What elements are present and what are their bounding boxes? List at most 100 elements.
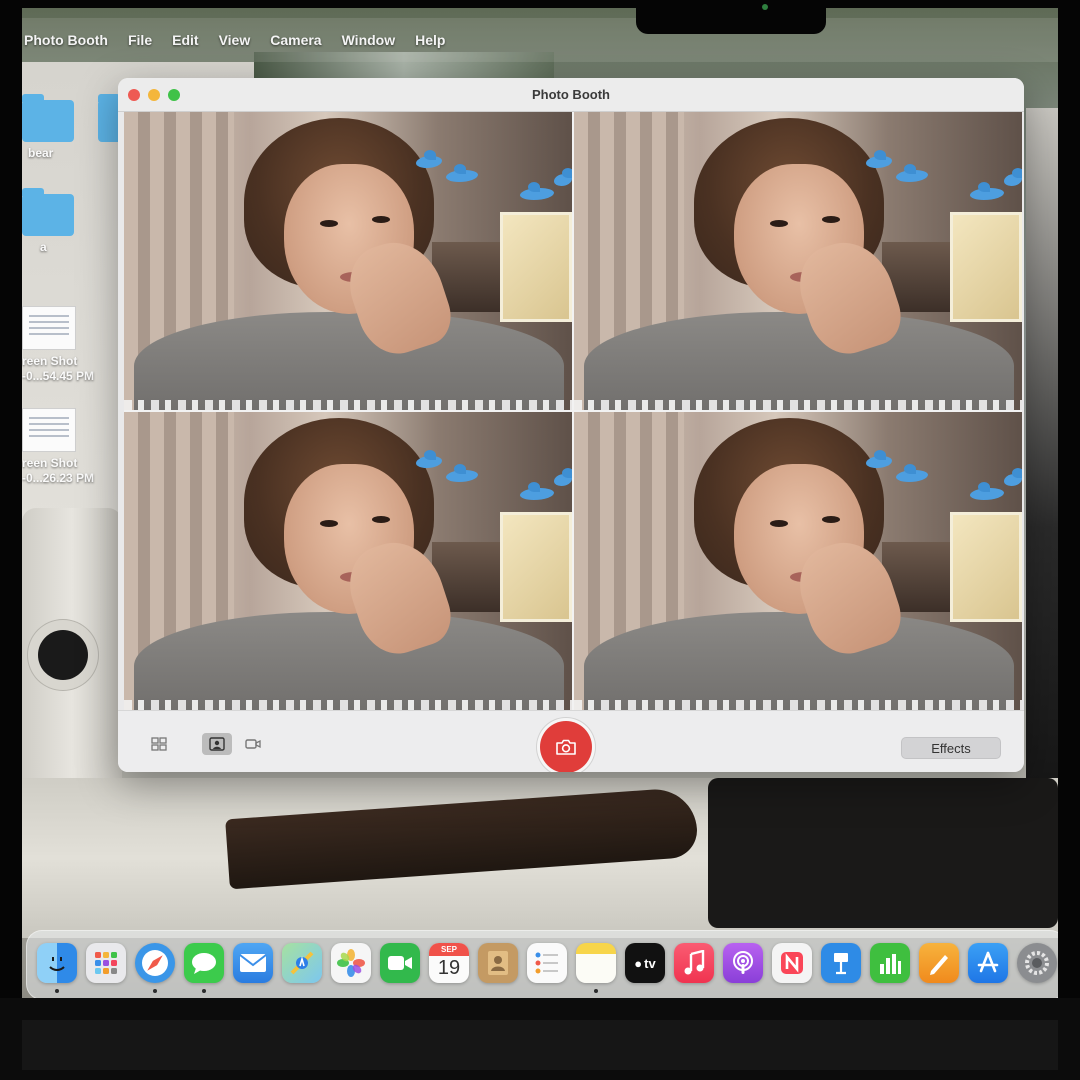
- camera-icon: [556, 739, 576, 755]
- bird-effect-icon: [554, 468, 572, 486]
- checklist-icon: [535, 952, 558, 974]
- desktop-screenshot-2[interactable]: reen Shot -0...26.23 PM: [22, 408, 94, 486]
- video-mode-button[interactable]: [238, 733, 268, 755]
- tv-icon[interactable]: ● tv: [625, 943, 665, 983]
- bird-effect-icon: [866, 150, 892, 168]
- pages-icon[interactable]: [919, 943, 959, 983]
- calendar-day: 19: [437, 957, 461, 979]
- map-pin-icon: [290, 951, 314, 975]
- bird-effect-icon: [446, 164, 478, 182]
- menu-camera[interactable]: Camera: [260, 32, 331, 48]
- podcast-icon: [733, 951, 753, 974]
- single-photo-mode-button[interactable]: [202, 733, 232, 755]
- camera-preview-grid: [124, 112, 1022, 710]
- finder-icon[interactable]: [37, 943, 77, 983]
- news-icon[interactable]: [772, 943, 812, 983]
- bird-effect-icon: [520, 482, 554, 500]
- menu-file[interactable]: File: [118, 32, 162, 48]
- launchpad-icon[interactable]: [86, 943, 126, 983]
- reminders-icon[interactable]: [527, 943, 567, 983]
- black-box: [708, 778, 1058, 928]
- apple-logo-icon: ●: [634, 955, 643, 971]
- take-photo-button[interactable]: [540, 721, 592, 772]
- flower-icon: [337, 949, 365, 977]
- speaker-cone: [38, 630, 88, 680]
- torn-edge-effect: [574, 700, 1022, 710]
- dock: SEP 19 ● tv: [26, 930, 1058, 998]
- photo-booth-toolbar: Effects: [118, 710, 1024, 772]
- messages-icon[interactable]: [184, 943, 224, 983]
- bird-effect-icon: [416, 150, 442, 168]
- folder-icon: [22, 94, 74, 142]
- bird-effect-icon: [554, 168, 572, 186]
- notes-icon[interactable]: [576, 943, 616, 983]
- desktop-folder-bear[interactable]: bear: [22, 94, 74, 161]
- photo-booth-window: Photo Booth Effects: [118, 78, 1024, 772]
- podcasts-icon[interactable]: [723, 943, 763, 983]
- person-eye: [320, 520, 338, 527]
- menu-window[interactable]: Window: [332, 32, 406, 48]
- video-camera-icon: [388, 956, 412, 970]
- podium-icon: [834, 953, 848, 975]
- document-icon: [22, 408, 76, 452]
- envelope-icon: [239, 954, 267, 972]
- contacts-icon[interactable]: [478, 943, 518, 983]
- app-store-icon[interactable]: [968, 943, 1008, 983]
- bird-effect-icon: [970, 482, 1004, 500]
- torn-edge-effect: [124, 400, 572, 410]
- menu-app-name[interactable]: Photo Booth: [24, 32, 118, 48]
- mirror: [500, 212, 572, 322]
- preview-tile-4: [574, 412, 1022, 710]
- person-shirt: [584, 312, 1014, 410]
- bird-effect-icon: [520, 182, 554, 200]
- photos-icon[interactable]: [331, 943, 371, 983]
- person-eye: [372, 216, 390, 223]
- person-eye: [320, 220, 338, 227]
- launchpad-grid: [95, 952, 117, 974]
- calendar-icon[interactable]: SEP 19: [429, 943, 469, 983]
- person-eye: [372, 516, 390, 523]
- window-title: Photo Booth: [532, 87, 610, 102]
- portrait-icon: [209, 737, 225, 751]
- keynote-icon[interactable]: [821, 943, 861, 983]
- effects-button[interactable]: Effects: [901, 737, 1001, 759]
- system-preferences-icon[interactable]: [1017, 943, 1057, 983]
- numbers-icon[interactable]: [870, 943, 910, 983]
- music-note-icon: [684, 950, 705, 975]
- camera-notch: [636, 0, 826, 34]
- bird-effect-icon: [970, 182, 1004, 200]
- mail-icon[interactable]: [233, 943, 273, 983]
- person-shirt: [584, 612, 1014, 710]
- grid-mode-button[interactable]: [144, 733, 174, 755]
- person-eye: [822, 216, 840, 223]
- menu-help[interactable]: Help: [405, 32, 455, 48]
- preview-tile-1: [124, 112, 572, 410]
- mirror: [950, 212, 1022, 322]
- speaker: [22, 508, 122, 798]
- document-icon: [22, 306, 76, 350]
- compass-icon: [142, 950, 168, 976]
- desktop-folder-a[interactable]: a: [22, 188, 74, 255]
- menu-edit[interactable]: Edit: [162, 32, 208, 48]
- bird-effect-icon: [1004, 168, 1022, 186]
- window-title-bar[interactable]: Photo Booth: [118, 78, 1024, 112]
- person-eye: [822, 516, 840, 523]
- menu-bar: Photo Booth File Edit View Camera Window…: [22, 18, 1058, 62]
- running-indicator: [153, 989, 157, 993]
- maps-icon[interactable]: [282, 943, 322, 983]
- video-icon: [245, 739, 261, 749]
- safari-icon[interactable]: [135, 943, 175, 983]
- music-icon[interactable]: [674, 943, 714, 983]
- desktop-icon-label-line1: reen Shot: [22, 456, 78, 470]
- menu-view[interactable]: View: [209, 32, 261, 48]
- bird-effect-icon: [896, 164, 928, 182]
- desktop-icon-label-line2: -0...26.23 PM: [22, 471, 95, 485]
- address-book-icon: [488, 951, 508, 975]
- app-store-a-icon: [977, 951, 999, 973]
- gear-icon: [1025, 951, 1049, 975]
- mirror: [950, 512, 1022, 622]
- desktop-icon-label: a: [40, 240, 47, 254]
- person-shirt: [134, 612, 564, 710]
- desktop-screenshot-1[interactable]: reen Shot -0...54.45 PM: [22, 306, 94, 384]
- facetime-icon[interactable]: [380, 943, 420, 983]
